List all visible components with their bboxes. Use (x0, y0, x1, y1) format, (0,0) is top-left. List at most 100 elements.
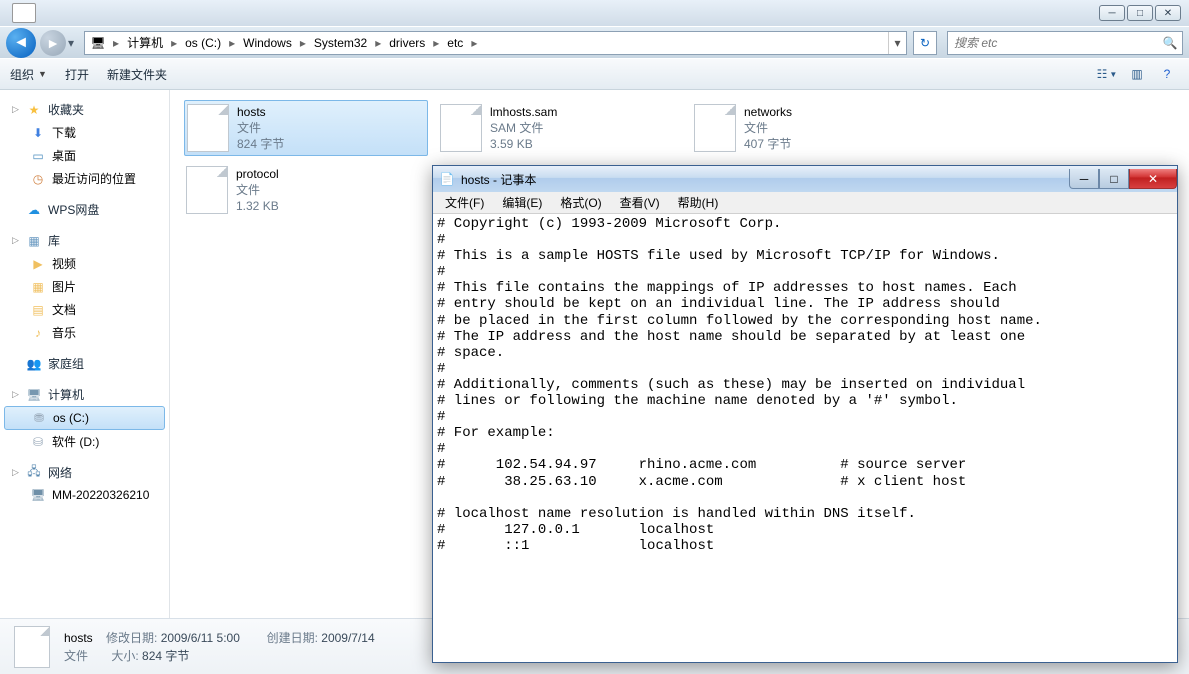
download-icon: ⬇ (30, 125, 46, 141)
notepad-menu-item[interactable]: 查看(V) (612, 192, 668, 213)
drive-icon: ⛁ (30, 434, 46, 450)
folder-icon: ▦ (30, 279, 46, 295)
notepad-titlebar[interactable]: 📄 hosts - 记事本 ─ □ ✕ (433, 166, 1177, 192)
drive-icon: ⛃ (31, 410, 47, 426)
notepad-maximize-button[interactable]: □ (1099, 169, 1129, 189)
breadcrumb-item[interactable]: drivers (383, 32, 431, 54)
library-icon: ▦ (26, 233, 42, 249)
address-dropdown-icon[interactable]: ▾ (888, 32, 906, 54)
file-tile[interactable]: hosts 文件 824 字节 (184, 100, 428, 156)
desktop-icon: ▭ (30, 148, 46, 164)
breadcrumb-sep-icon: ▸ (298, 36, 308, 50)
back-button[interactable]: ◄ (6, 28, 36, 58)
breadcrumb-item[interactable]: etc (441, 32, 469, 54)
organize-button[interactable]: 组织▼ (10, 66, 47, 83)
search-box[interactable]: 🔍 (947, 31, 1183, 55)
pc-icon: 🖥 (30, 487, 46, 503)
recent-icon: ◷ (30, 171, 46, 187)
sidebar-item-recent[interactable]: ◷最近访问的位置 (0, 167, 169, 190)
file-icon (186, 166, 228, 214)
toolbar: 组织▼ 打开 新建文件夹 ☷▼ ▥ ? (0, 58, 1189, 90)
sidebar-wps[interactable]: ☁WPS网盘 (0, 198, 169, 221)
sidebar: ▷★收藏夹 ⬇下载 ▭桌面 ◷最近访问的位置 ☁WPS网盘 ▷▦库 ▶视频 ▦图… (0, 90, 170, 618)
file-tile[interactable]: networks 文件 407 字节 (692, 100, 936, 156)
refresh-button[interactable]: ↻ (913, 31, 937, 55)
breadcrumb-item[interactable]: os (C:) (179, 32, 227, 54)
breadcrumb-item[interactable]: Windows (237, 32, 298, 54)
star-icon: ★ (26, 102, 42, 118)
open-button[interactable]: 打开 (65, 66, 89, 83)
preview-pane-button[interactable]: ▥ (1125, 63, 1149, 85)
details-info: hosts 修改日期: 2009/6/11 5:00 创建日期: 2009/7/… (64, 629, 375, 665)
file-type: SAM 文件 (490, 120, 557, 136)
breadcrumb-item[interactable]: 计算机 (121, 32, 169, 54)
notepad-minimize-button[interactable]: ─ (1069, 169, 1099, 189)
close-button[interactable]: ✕ (1155, 5, 1181, 21)
minimize-button[interactable]: ─ (1099, 5, 1125, 21)
file-size: 1.32 KB (236, 198, 279, 214)
nav-bar: ◄ ► ▾ 🖥 ▸ 计算机▸os (C:)▸Windows▸System32▸d… (0, 26, 1189, 58)
notepad-close-button[interactable]: ✕ (1129, 169, 1177, 189)
maximize-button[interactable]: □ (1127, 5, 1153, 21)
notepad-menu-item[interactable]: 编辑(E) (494, 192, 550, 213)
homegroup-icon: 👥 (26, 356, 42, 372)
notepad-menubar: 文件(F)编辑(E)格式(O)查看(V)帮助(H) (433, 192, 1177, 214)
breadcrumb-sep-icon: ▸ (227, 36, 237, 50)
file-type: 文件 (744, 120, 792, 136)
file-size: 407 字节 (744, 136, 792, 152)
sidebar-item-drive-c[interactable]: ⛃os (C:) (4, 406, 165, 430)
address-bar[interactable]: 🖥 ▸ 计算机▸os (C:)▸Windows▸System32▸drivers… (84, 31, 907, 55)
folder-icon (12, 3, 36, 23)
file-icon (440, 104, 482, 152)
forward-button[interactable]: ► (40, 30, 66, 56)
file-tile[interactable]: protocol 文件 1.32 KB (184, 162, 428, 218)
folder-icon: ▤ (30, 302, 46, 318)
folder-icon: ♪ (30, 325, 46, 341)
file-name: lmhosts.sam (490, 104, 557, 120)
sidebar-item-network-pc[interactable]: 🖥MM-20220326210 (0, 484, 169, 506)
notepad-icon: 📄 (439, 171, 455, 187)
sidebar-homegroup[interactable]: 👥家庭组 (0, 352, 169, 375)
notepad-window: 📄 hosts - 记事本 ─ □ ✕ 文件(F)编辑(E)格式(O)查看(V)… (432, 165, 1178, 663)
help-button[interactable]: ? (1155, 63, 1179, 85)
new-folder-button[interactable]: 新建文件夹 (107, 66, 167, 83)
notepad-title: hosts - 记事本 (461, 171, 536, 188)
file-name: networks (744, 104, 792, 120)
file-name: hosts (237, 104, 284, 120)
file-type: 文件 (237, 120, 284, 136)
computer-icon: 🖥 (89, 34, 107, 52)
file-size: 3.59 KB (490, 136, 557, 152)
view-options-button[interactable]: ☷▼ (1095, 63, 1119, 85)
sidebar-network[interactable]: ▷🖧网络 (0, 461, 169, 484)
breadcrumb-sep-icon: ▸ (469, 36, 479, 50)
sidebar-computer[interactable]: ▷🖥计算机 (0, 383, 169, 406)
explorer-titlebar[interactable]: ─ □ ✕ (0, 0, 1189, 26)
sidebar-item-desktop[interactable]: ▭桌面 (0, 144, 169, 167)
notepad-menu-item[interactable]: 格式(O) (552, 192, 609, 213)
file-icon (694, 104, 736, 152)
sidebar-item-drive-d[interactable]: ⛁软件 (D:) (0, 430, 169, 453)
sidebar-favorites[interactable]: ▷★收藏夹 (0, 98, 169, 121)
file-size: 824 字节 (237, 136, 284, 152)
notepad-content[interactable]: # Copyright (c) 1993-2009 Microsoft Corp… (433, 214, 1177, 662)
breadcrumb-sep-icon: ▸ (373, 36, 383, 50)
sidebar-item-downloads[interactable]: ⬇下载 (0, 121, 169, 144)
sidebar-item-pictures[interactable]: ▦图片 (0, 275, 169, 298)
breadcrumb: 计算机▸os (C:)▸Windows▸System32▸drivers▸etc… (121, 32, 479, 54)
file-tile[interactable]: lmhosts.sam SAM 文件 3.59 KB (438, 100, 682, 156)
breadcrumb-item[interactable]: System32 (308, 32, 373, 54)
breadcrumb-sep-icon: ▸ (169, 36, 179, 50)
nav-history-dropdown[interactable]: ▾ (68, 36, 74, 50)
details-filename: hosts (64, 631, 93, 645)
notepad-menu-item[interactable]: 文件(F) (437, 192, 492, 213)
sidebar-item-documents[interactable]: ▤文档 (0, 298, 169, 321)
breadcrumb-sep-icon: ▸ (431, 36, 441, 50)
sidebar-item-videos[interactable]: ▶视频 (0, 252, 169, 275)
sidebar-item-music[interactable]: ♪音乐 (0, 321, 169, 344)
cloud-icon: ☁ (26, 202, 42, 218)
sidebar-libraries[interactable]: ▷▦库 (0, 229, 169, 252)
network-icon: 🖧 (26, 465, 42, 481)
notepad-menu-item[interactable]: 帮助(H) (670, 192, 727, 213)
search-icon[interactable]: 🔍 (1158, 36, 1182, 50)
search-input[interactable] (948, 36, 1158, 50)
